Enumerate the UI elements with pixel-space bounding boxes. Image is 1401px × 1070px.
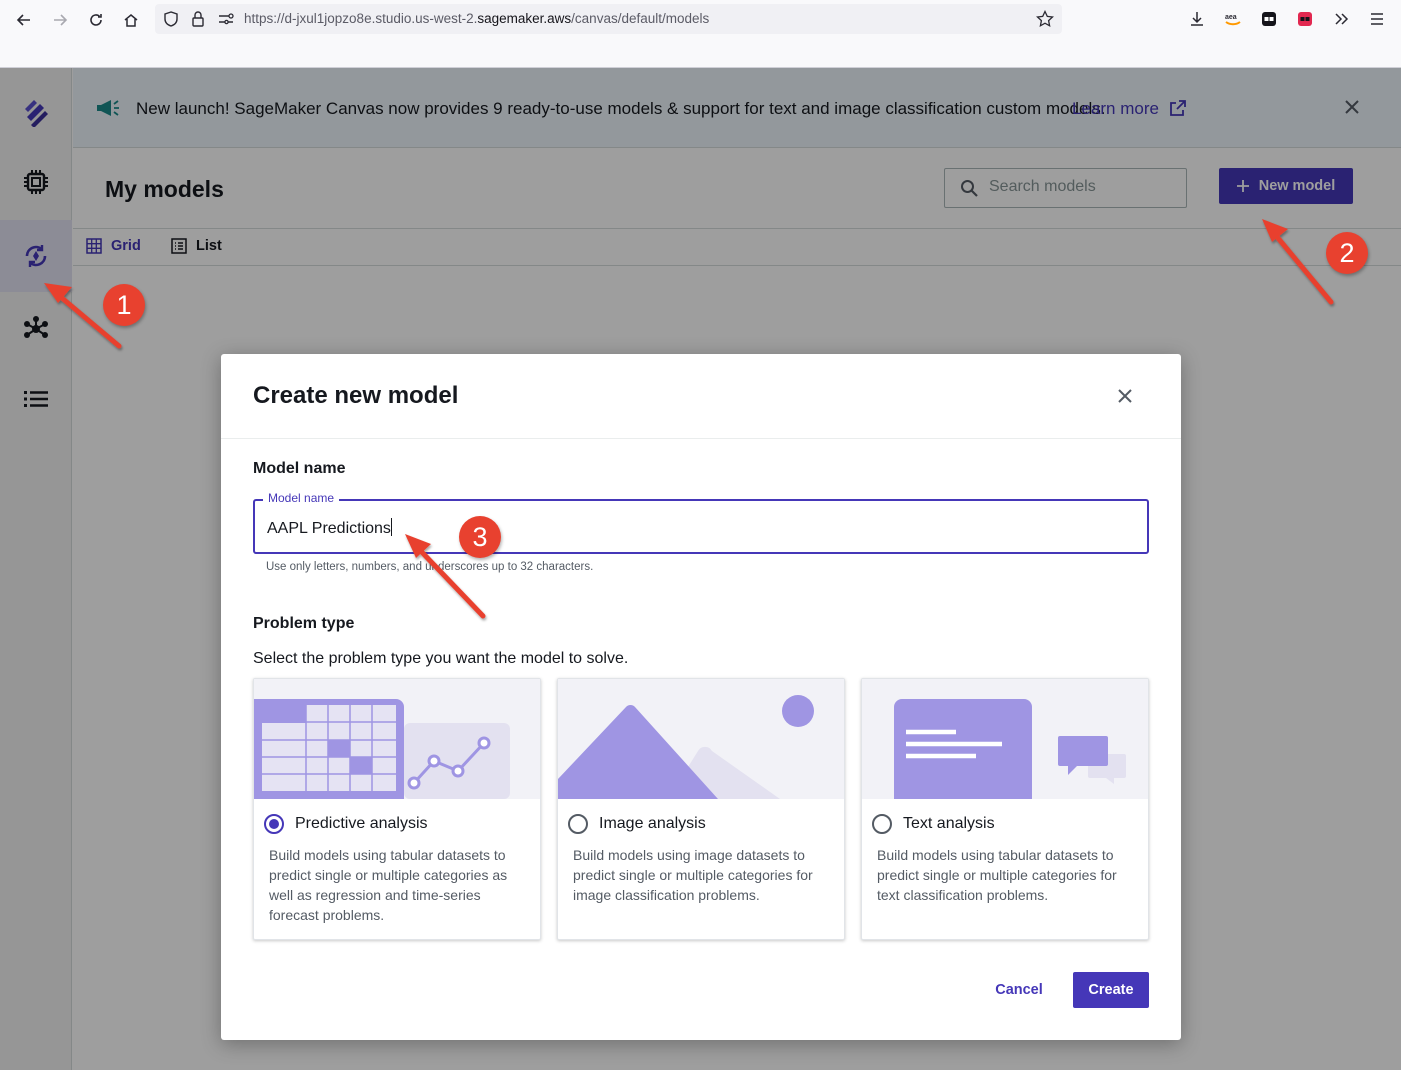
url-bar[interactable]: https://d-jxul1jopzo8e.studio.us-west-2.… bbox=[155, 4, 1062, 34]
svg-text:aea: aea bbox=[1225, 14, 1237, 21]
image-analysis-title: Image analysis bbox=[599, 815, 706, 832]
predictive-analysis-radio[interactable] bbox=[264, 814, 284, 834]
step-badge-2: 2 bbox=[1326, 232, 1368, 274]
download-icon[interactable] bbox=[1186, 8, 1208, 30]
extension-red-icon[interactable] bbox=[1294, 8, 1316, 30]
model-name-value: AAPL Predictions bbox=[267, 520, 391, 537]
step-badge-1: 1 bbox=[103, 284, 145, 326]
predictive-analysis-card[interactable]: Predictive analysis Build models using t… bbox=[253, 678, 541, 940]
image-analysis-radio[interactable] bbox=[568, 814, 588, 834]
reload-icon[interactable] bbox=[83, 7, 109, 33]
model-name-field[interactable]: Model name AAPL Predictions bbox=[253, 491, 1149, 554]
create-model-dialog: Create new model Model name Model name A… bbox=[221, 354, 1181, 1040]
url-text: https://d-jxul1jopzo8e.studio.us-west-2.… bbox=[244, 11, 710, 26]
model-name-legend: Model name bbox=[263, 491, 340, 505]
shield-icon[interactable] bbox=[161, 9, 181, 29]
model-name-input[interactable]: AAPL Predictions bbox=[267, 518, 392, 538]
lock-icon[interactable] bbox=[188, 9, 208, 29]
create-button[interactable]: Create bbox=[1073, 972, 1149, 1008]
amazon-extension-icon[interactable]: aea bbox=[1222, 8, 1244, 30]
overflow-icon[interactable] bbox=[1330, 8, 1352, 30]
dialog-title: Create new model bbox=[253, 382, 459, 409]
predictive-illustration bbox=[254, 679, 540, 799]
model-name-heading: Model name bbox=[253, 460, 346, 477]
dialog-header: Create new model bbox=[221, 354, 1181, 439]
star-icon[interactable] bbox=[1035, 9, 1055, 29]
image-analysis-description: Build models using image datasets to pre… bbox=[573, 847, 813, 903]
home-icon[interactable] bbox=[118, 7, 144, 33]
predictive-analysis-description: Build models using tabular datasets to p… bbox=[269, 847, 508, 923]
text-caret bbox=[390, 518, 392, 536]
predictive-analysis-title: Predictive analysis bbox=[295, 815, 428, 832]
problem-type-heading: Problem type bbox=[253, 615, 355, 632]
permissions-icon[interactable] bbox=[216, 9, 236, 29]
model-name-hint: Use only letters, numbers, and underscor… bbox=[266, 561, 594, 573]
text-illustration bbox=[862, 679, 1148, 799]
dialog-close-icon[interactable] bbox=[1113, 384, 1137, 408]
menu-icon[interactable] bbox=[1366, 8, 1388, 30]
step-badge-3: 3 bbox=[459, 516, 501, 558]
cancel-button[interactable]: Cancel bbox=[985, 974, 1053, 1006]
text-analysis-card[interactable]: Text analysis Build models using tabular… bbox=[861, 678, 1149, 940]
browser-toolbar: https://d-jxul1jopzo8e.studio.us-west-2.… bbox=[0, 0, 1401, 68]
image-analysis-card[interactable]: Image analysis Build models using image … bbox=[557, 678, 845, 940]
text-analysis-description: Build models using tabular datasets to p… bbox=[877, 847, 1117, 903]
text-analysis-title: Text analysis bbox=[903, 815, 995, 832]
image-illustration bbox=[558, 679, 844, 799]
extension-icon[interactable] bbox=[1258, 8, 1280, 30]
forward-icon[interactable] bbox=[47, 7, 73, 33]
text-analysis-radio[interactable] bbox=[872, 814, 892, 834]
problem-type-description: Select the problem type you want the mod… bbox=[253, 650, 629, 667]
back-icon[interactable] bbox=[11, 7, 37, 33]
